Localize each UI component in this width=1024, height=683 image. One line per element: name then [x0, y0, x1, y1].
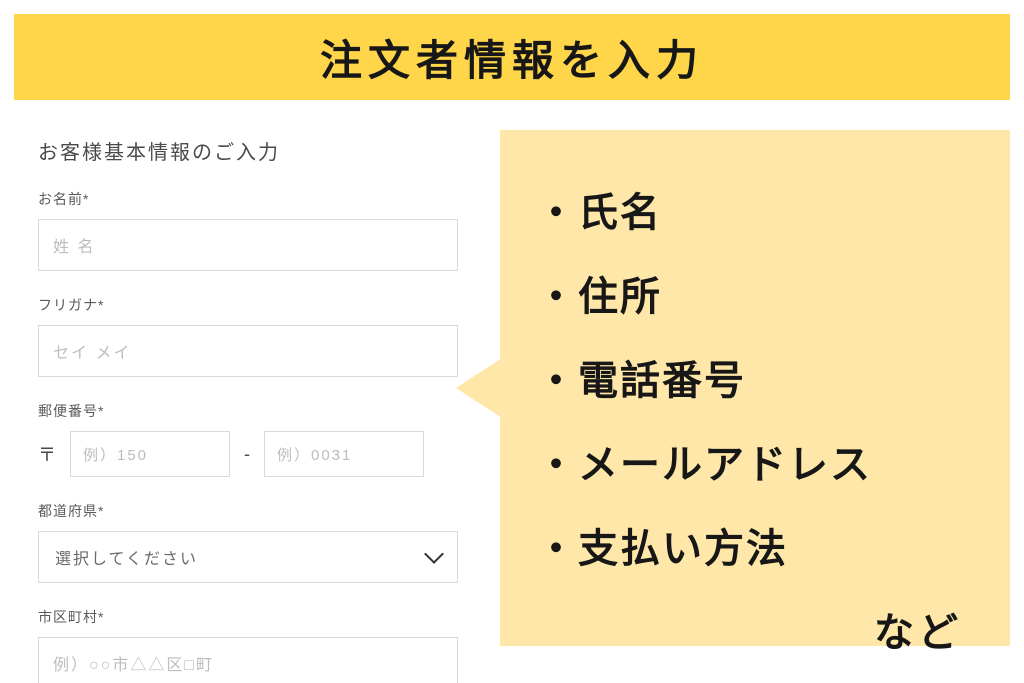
postal-ph1: 例）150	[83, 444, 148, 465]
chevron-down-icon	[424, 544, 444, 564]
label-furigana: フリガナ*	[38, 295, 458, 315]
field-furigana: フリガナ* セイ メイ	[38, 295, 458, 377]
label-name: お名前*	[38, 189, 458, 209]
callout-item-5: ・支払い方法	[536, 516, 982, 574]
form-heading: お客様基本情報のご入力	[38, 136, 458, 165]
field-postal: 郵便番号* 〒 例）150 - 例）0031	[38, 401, 458, 477]
furigana-input[interactable]: セイ メイ	[38, 325, 458, 377]
banner: 注文者情報を入力	[14, 14, 1010, 100]
field-city: 市区町村* 例）○○市△△区□町	[38, 607, 458, 683]
label-city: 市区町村*	[38, 607, 458, 627]
furigana-placeholder: セイ メイ	[53, 339, 131, 363]
callout-item-4: ・メールアドレス	[536, 432, 982, 490]
postal-input-1[interactable]: 例）150	[70, 431, 230, 477]
callout-panel: ・氏名 ・住所 ・電話番号 ・メールアドレス ・支払い方法 など	[500, 130, 1010, 646]
callout-item-2: ・住所	[536, 264, 982, 322]
banner-title: 注文者情報を入力	[320, 27, 704, 88]
name-placeholder: 姓 名	[53, 233, 95, 257]
city-input[interactable]: 例）○○市△△区□町	[38, 637, 458, 683]
callout-etc: など	[536, 600, 982, 658]
callout-item-3: ・電話番号	[536, 348, 982, 406]
postal-input-2[interactable]: 例）0031	[264, 431, 424, 477]
label-prefecture: 都道府県*	[38, 501, 458, 521]
callout-list: ・氏名 ・住所 ・電話番号 ・メールアドレス ・支払い方法	[536, 180, 982, 574]
postal-prefix: 〒	[38, 441, 56, 467]
label-postal: 郵便番号*	[38, 401, 458, 421]
prefecture-select[interactable]: 選択してください	[38, 531, 458, 583]
name-input[interactable]: 姓 名	[38, 219, 458, 271]
prefecture-placeholder: 選択してください	[55, 545, 198, 569]
callout-item-1: ・氏名	[536, 180, 982, 238]
form: お客様基本情報のご入力 お名前* 姓 名 フリガナ* セイ メイ 郵便番号* 〒…	[38, 118, 458, 683]
city-placeholder: 例）○○市△△区□町	[53, 651, 214, 675]
postal-separator: -	[244, 444, 250, 465]
postal-ph2: 例）0031	[277, 444, 352, 465]
field-name: お名前* 姓 名	[38, 189, 458, 271]
field-prefecture: 都道府県* 選択してください	[38, 501, 458, 583]
